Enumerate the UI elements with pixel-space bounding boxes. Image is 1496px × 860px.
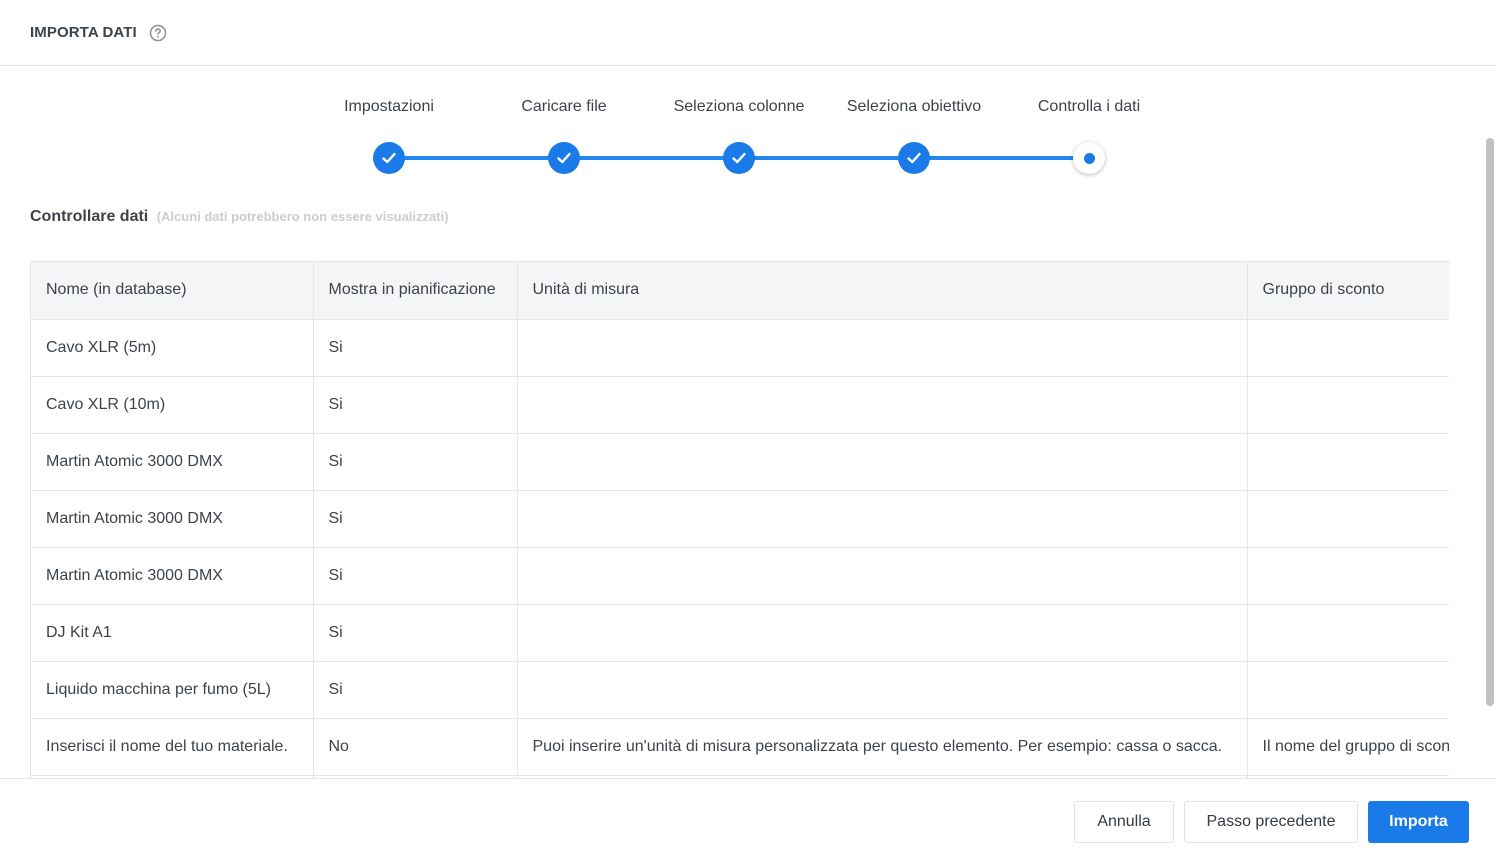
dialog-title: IMPORTA DATI — [30, 24, 137, 41]
cell-show-in-planning: Si — [313, 319, 518, 377]
cell-name: Cavo XLR (5m) — [31, 319, 314, 377]
column-header-discount-group: Gruppo di sconto — [1247, 262, 1449, 320]
cell-unit — [517, 661, 1248, 719]
step-label-columns: Seleziona colonne — [673, 98, 805, 115]
table-header-row: Nome (in database) Mostra in pianificazi… — [31, 262, 1449, 320]
step-3-check-icon[interactable] — [723, 142, 755, 174]
step-label-upload: Caricare file — [521, 98, 607, 115]
cell-name: Liquido macchina per fumo (5L) — [31, 661, 314, 719]
dialog-footer: Annulla Passo precedente Importa — [0, 778, 1496, 860]
section-title-text: Controllare dati — [30, 208, 149, 225]
previous-step-button[interactable]: Passo precedente — [1184, 801, 1358, 843]
table-row: Martin Atomic 3000 DMX Si — [31, 490, 1449, 548]
cell-show-in-planning: Si — [313, 547, 518, 605]
cell-discount-group — [1247, 604, 1449, 662]
table-row: Cavo XLR (10m) Si — [31, 376, 1449, 434]
cell-name: Martin Atomic 3000 DMX — [31, 490, 314, 548]
step-label-settings: Impostazioni — [344, 98, 434, 115]
cell-name: DJ Kit A1 — [31, 604, 314, 662]
step-1-check-icon[interactable] — [373, 142, 405, 174]
cell-unit — [517, 376, 1248, 434]
cell-unit — [517, 490, 1248, 548]
cell-unit — [517, 319, 1248, 377]
cell-unit — [517, 547, 1248, 605]
column-header-unit: Unità di misura — [517, 262, 1248, 320]
cell-show-in-planning: No — [313, 718, 518, 776]
cell-show-in-planning: Si — [313, 661, 518, 719]
current-step-dot-icon — [1083, 152, 1095, 164]
cell-discount-group — [1247, 433, 1449, 491]
cell-name: Martin Atomic 3000 DMX — [31, 433, 314, 491]
table-row: Inserisci il nome del tuo materiale. No Pu… — [31, 718, 1449, 776]
cell-name: Inserisci il nome del tuo materiale. — [31, 718, 314, 776]
cell-name: Cavo XLR (10m) — [31, 376, 314, 434]
section-note: (Alcuni dati potrebbero non essere visua… — [156, 209, 449, 224]
import-stepper: Impostazioni Caricare file Seleziona col… — [0, 66, 1496, 196]
cell-unit — [517, 433, 1248, 491]
table-row: Cavo XLR (5m) Si — [31, 319, 1449, 377]
import-button[interactable]: Importa — [1368, 801, 1469, 843]
step-4-check-icon[interactable] — [898, 142, 930, 174]
step-label-target: Seleziona obiettivo — [846, 98, 982, 115]
column-header-show-in-planning: Mostra in pianificazione — [313, 262, 518, 320]
table-row: DJ Kit A1 Si — [31, 604, 1449, 662]
cell-discount-group: Il nome del gruppo di sconto — [1247, 718, 1449, 776]
cell-discount-group — [1247, 490, 1449, 548]
cell-unit: Puoi inserire un'unità di misura persona… — [517, 718, 1248, 776]
cell-discount-group — [1247, 547, 1449, 605]
cell-discount-group — [1247, 319, 1449, 377]
step-5-current-indicator — [1073, 142, 1105, 174]
cell-unit — [517, 604, 1248, 662]
column-header-name: Nome (in database) — [31, 262, 314, 320]
cell-show-in-planning: Si — [313, 604, 518, 662]
preview-table: Nome (in database) Mostra in pianificazi… — [31, 262, 1449, 778]
step-label-check: Controlla i dati — [1037, 98, 1141, 115]
section-title: Controllare dati (Alcuni dati potrebbero… — [30, 208, 449, 226]
table-row: Martin Atomic 3000 DMX Si — [31, 433, 1449, 491]
cell-discount-group — [1247, 376, 1449, 434]
help-circle-icon[interactable] — [149, 24, 167, 42]
cell-show-in-planning: Si — [313, 433, 518, 491]
table-row: Martin Atomic 3000 DMX Si — [31, 547, 1449, 605]
cell-name: Martin Atomic 3000 DMX — [31, 547, 314, 605]
vertical-scrollbar[interactable] — [1486, 138, 1494, 706]
preview-table-container[interactable]: Nome (in database) Mostra in pianificazi… — [30, 261, 1449, 778]
table-row: Liquido macchina per fumo (5L) Si — [31, 661, 1449, 719]
cell-show-in-planning: Si — [313, 376, 518, 434]
cell-discount-group — [1247, 661, 1449, 719]
step-2-check-icon[interactable] — [548, 142, 580, 174]
dialog-header: IMPORTA DATI — [0, 0, 1496, 66]
cell-show-in-planning: Si — [313, 490, 518, 548]
cancel-button[interactable]: Annulla — [1074, 801, 1174, 843]
dialog-body[interactable]: Impostazioni Caricare file Seleziona col… — [0, 66, 1496, 778]
